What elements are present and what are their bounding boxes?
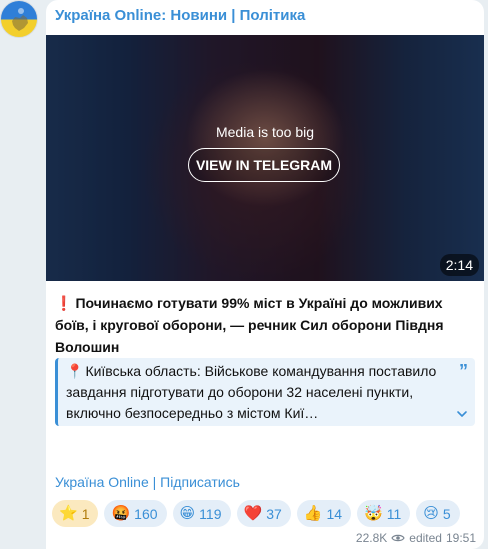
post-headline: ❗ Починаємо готувати 99% міст в Україні д…	[55, 292, 477, 358]
ukraine-map-icon	[12, 8, 28, 31]
star-icon: ⭐	[59, 505, 78, 522]
heart-icon: ❤️	[243, 505, 263, 522]
pin-icon: 📍	[66, 363, 84, 379]
reactions-bar: ⭐ 1 🤬 160 😁 119 ❤️ 37 👍 14 🤯 11 😢 5	[52, 500, 460, 527]
reaction-thumbs-up[interactable]: 👍 14	[296, 500, 352, 527]
crying-face-icon: 😢	[423, 505, 439, 522]
reaction-count: 5	[442, 505, 451, 522]
message-meta: 22.8K edited 19:51	[356, 531, 476, 545]
reaction-grin[interactable]: 😁 119	[172, 500, 231, 527]
blockquote[interactable]: 📍 Київська область: Військове командуванн…	[55, 358, 475, 426]
exploding-head-icon: 🤯	[364, 505, 383, 522]
post-headline-text: Починаємо готувати 99% міст в Україні до…	[55, 295, 444, 355]
reaction-count: 14	[326, 505, 343, 522]
reaction-count: 1	[81, 505, 90, 522]
video-duration: 2:14	[439, 254, 479, 276]
channel-avatar[interactable]	[0, 0, 38, 38]
reaction-count: 37	[266, 505, 282, 522]
reaction-heart[interactable]: ❤️ 37	[236, 500, 291, 527]
view-count: 22.8K	[355, 531, 388, 545]
thumbs-up-icon: 👍	[303, 505, 323, 522]
video-preview[interactable]: Media is too big VIEW IN TELEGRAM 2:14	[46, 35, 484, 281]
reaction-star[interactable]: ⭐ 1	[52, 500, 99, 527]
angry-face-icon: 🤬	[111, 505, 131, 522]
reaction-mind-blown[interactable]: 🤯 11	[357, 500, 411, 527]
exclamation-icon: ❗	[55, 295, 73, 311]
eye-icon	[391, 534, 405, 542]
media-too-big-notice: Media is too big	[215, 124, 315, 140]
message-bubble: Україна Online: Новини | Політика Media …	[46, 0, 484, 549]
grinning-face-icon: 😁	[179, 505, 196, 522]
quote-text: Київська область: Військове командування…	[66, 363, 437, 421]
chevron-down-icon[interactable]	[456, 408, 468, 420]
channel-name[interactable]: Україна Online: Новини | Політика	[55, 7, 305, 24]
view-in-telegram-button[interactable]: VIEW IN TELEGRAM	[188, 148, 340, 182]
reaction-count: 11	[386, 505, 402, 522]
reaction-count: 160	[134, 505, 158, 522]
subscribe-link[interactable]: Україна Online | Підписатись	[55, 474, 240, 490]
reaction-count: 119	[199, 505, 222, 522]
quote-mark-icon: ”	[459, 361, 468, 381]
reaction-crying[interactable]: 😢 5	[416, 500, 460, 527]
reaction-angry[interactable]: 🤬 160	[104, 500, 167, 527]
chat-view: Україна Online: Новини | Політика Media …	[0, 0, 488, 549]
edited-label: edited	[409, 531, 442, 545]
message-time: 19:51	[445, 531, 476, 545]
